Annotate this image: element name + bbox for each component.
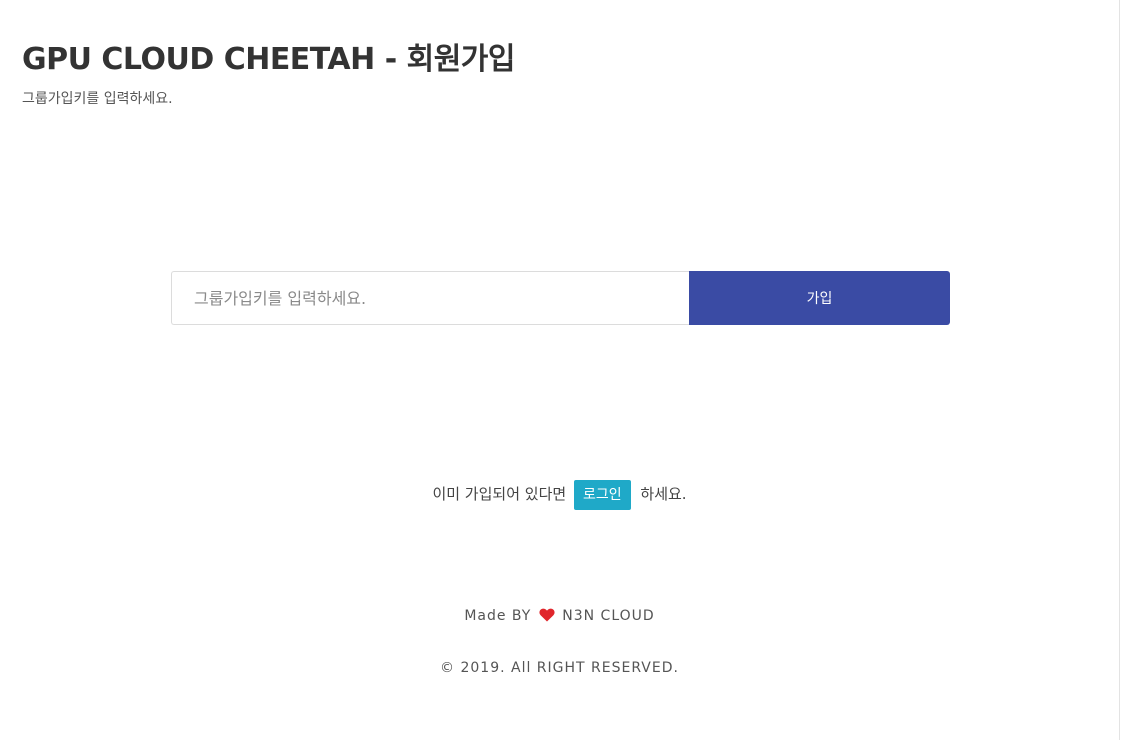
login-prompt-after: 하세요. — [640, 485, 687, 503]
join-button[interactable]: 가입 — [689, 271, 950, 325]
login-prompt-before: 이미 가입되어 있다면 — [432, 485, 567, 503]
login-link[interactable]: 로그인 — [573, 479, 631, 510]
made-by-prefix: Made BY — [464, 608, 532, 624]
signup-page: GPU CLOUD CHEETAH - 회원가입 그룹가입키를 입력하세요. 가… — [0, 0, 1122, 740]
heart-icon — [539, 605, 555, 622]
join-form: 가입 — [171, 271, 950, 325]
made-by-suffix: N3N CLOUD — [562, 608, 655, 624]
page-header: GPU CLOUD CHEETAH - 회원가입 그룹가입키를 입력하세요. — [22, 38, 516, 108]
made-by-line: Made BY N3N CLOUD — [0, 603, 1119, 629]
copyright: © 2019. All RIGHT RESERVED. — [440, 660, 679, 676]
login-prompt: 이미 가입되어 있다면 로그인 하세요. — [0, 478, 1119, 510]
footer: Made BY N3N CLOUD © 2019. All RIGHT RESE… — [0, 603, 1119, 681]
page-subtitle: 그룹가입키를 입력하세요. — [22, 91, 173, 107]
group-key-input[interactable] — [171, 271, 689, 325]
page-title: GPU CLOUD CHEETAH - 회원가입 — [22, 42, 516, 77]
scrollbar-edge — [1119, 0, 1120, 740]
